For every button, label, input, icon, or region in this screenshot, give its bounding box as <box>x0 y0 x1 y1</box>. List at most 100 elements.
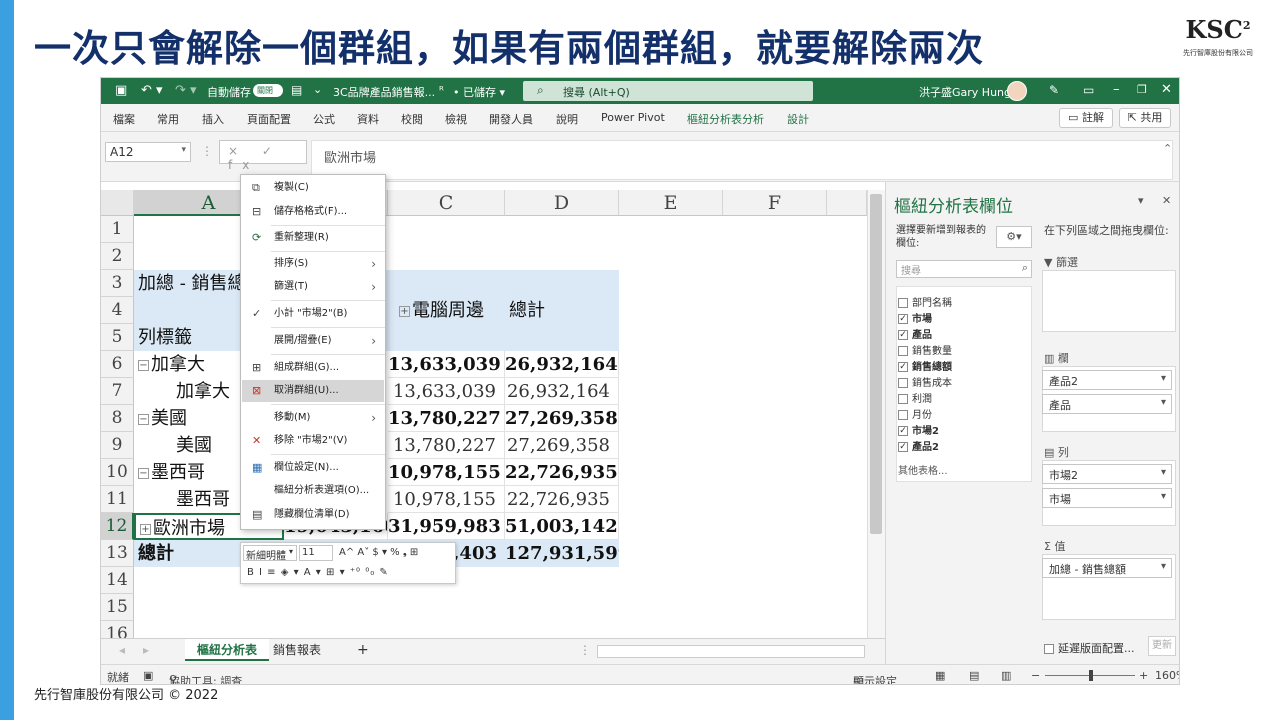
column-header-g[interactable] <box>827 190 867 216</box>
sensitivity-icon[interactable]: ᴿ <box>439 84 444 97</box>
vertical-scrollbar[interactable] <box>867 190 885 646</box>
collapse-formula-icon[interactable]: ⌃ <box>1163 142 1172 155</box>
macro-record-icon[interactable]: ▣ <box>143 669 153 682</box>
column-header-f[interactable]: F <box>723 190 827 216</box>
menu-item-format-cells[interactable]: ⊟ 儲存格格式(F)... <box>242 201 384 223</box>
field-item[interactable]: 銷售數量 <box>898 342 952 357</box>
row-header[interactable]: 11 <box>101 486 134 513</box>
tab-data[interactable]: 資料 <box>357 111 379 127</box>
field-checkbox[interactable] <box>898 378 908 388</box>
field-item[interactable]: ✓ 產品 <box>898 326 932 341</box>
tab-formulas[interactable]: 公式 <box>313 111 335 127</box>
font-dropdown-icon[interactable]: ▾ <box>289 547 293 556</box>
row-header[interactable]: 1 <box>101 216 134 243</box>
expand-icon[interactable]: + <box>140 523 151 535</box>
font-size-select[interactable]: 11 <box>299 545 333 561</box>
tab-design[interactable]: 設計 <box>787 111 809 127</box>
zoom-level[interactable]: 160% <box>1155 669 1179 682</box>
format-buttons-row[interactable]: B I ≡ ◈ ▾ A ▾ ⊞ ▾ ⁺⁰ ⁰₀ ✎ <box>247 567 389 578</box>
menu-item-copy[interactable]: ⧉ 複製(C) <box>242 177 384 199</box>
field-item[interactable]: 銷售成本 <box>898 374 952 389</box>
row-header[interactable]: 7 <box>101 378 134 405</box>
table-cell[interactable]: 26,932,164 <box>505 378 619 405</box>
field-item[interactable]: 部門名稱 <box>898 294 952 309</box>
collapse-icon[interactable]: − <box>138 467 149 479</box>
tab-power-pivot[interactable]: Power Pivot <box>601 111 665 124</box>
zoom-slider-thumb[interactable] <box>1089 670 1093 681</box>
redo-icon[interactable]: ↷ ▾ <box>175 83 197 98</box>
comments-button[interactable]: ▭ 註解 <box>1059 108 1113 128</box>
font-format-buttons[interactable]: A^ A˅ $ ▾ % ❟ ⊞ <box>339 547 418 558</box>
zoom-in-icon[interactable]: + <box>1139 669 1148 682</box>
collapse-icon[interactable]: − <box>138 413 149 425</box>
row-header[interactable]: 12 <box>101 513 134 540</box>
menu-item-move[interactable]: 移動(M) › <box>242 407 384 429</box>
columns-field-chip[interactable]: 產品2 <box>1042 370 1172 390</box>
update-button[interactable]: 更新 <box>1148 636 1176 656</box>
menu-item-ungroup[interactable]: ⊠ 取消群組(U)... <box>242 380 384 402</box>
defer-layout-update[interactable]: 延遲版面配置... <box>1044 640 1135 656</box>
normal-view-icon[interactable]: ▦ <box>935 669 945 682</box>
field-search-input[interactable]: 搜尋 ⌕ <box>896 260 1032 278</box>
avatar[interactable] <box>1007 81 1027 101</box>
table-cell[interactable]: 27,269,358 <box>505 405 619 432</box>
field-item[interactable]: ✓ 市場2 <box>898 422 939 437</box>
menu-item-refresh[interactable]: ⟳ 重新整理(R) <box>242 227 384 249</box>
formula-buttons[interactable]: × ✓ fx <box>219 140 307 172</box>
table-cell[interactable]: 13,633,039 <box>388 378 505 405</box>
name-box-dropdown-icon[interactable]: ▾ <box>181 145 186 155</box>
field-item[interactable]: ✓ 銷售總額 <box>898 358 952 373</box>
file-name[interactable]: 3C品牌產品銷售報... <box>333 84 435 100</box>
column-group-header[interactable]: + 電腦周邊 <box>393 297 515 324</box>
row-header[interactable]: 6 <box>101 351 134 378</box>
field-checkbox[interactable]: ✓ <box>898 426 908 436</box>
table-cell[interactable]: 51,003,142 <box>505 513 619 540</box>
autosave-toggle[interactable]: 關閉 <box>253 84 283 97</box>
tab-insert[interactable]: 插入 <box>202 111 224 127</box>
row-header[interactable]: 3 <box>101 270 134 297</box>
table-cell[interactable]: 13,633,039 <box>388 351 505 378</box>
table-cell[interactable]: 13,780,227 <box>388 405 505 432</box>
table-cell[interactable]: 31,959,983 <box>388 513 505 540</box>
sheet-tab-sales[interactable]: 銷售報表 <box>261 639 333 661</box>
share-button[interactable]: ⇱ 共用 <box>1119 108 1171 128</box>
zoom-out-icon[interactable]: − <box>1031 669 1040 682</box>
row-header[interactable]: 15 <box>101 594 134 621</box>
horizontal-scrollbar[interactable] <box>597 645 865 658</box>
more-tables-link[interactable]: 其他表格... <box>898 462 948 477</box>
field-item[interactable]: ✓ 產品2 <box>898 438 939 453</box>
column-header-e[interactable]: E <box>619 190 723 216</box>
save-icon[interactable]: ▤ <box>291 83 302 97</box>
field-item[interactable]: 月份 <box>898 406 932 421</box>
row-header[interactable]: 14 <box>101 567 134 594</box>
select-all-corner[interactable] <box>101 190 134 216</box>
field-item[interactable]: ✓ 市場 <box>898 310 932 325</box>
pane-close-icon[interactable]: ✕ <box>1162 194 1171 207</box>
autosave-icon[interactable]: ▣ <box>115 83 127 98</box>
table-cell[interactable]: 10,978,155 <box>388 486 505 513</box>
name-box[interactable]: A12 ▾ <box>105 142 191 162</box>
field-item[interactable]: 利潤 <box>898 390 932 405</box>
row-header[interactable]: 8 <box>101 405 134 432</box>
defer-checkbox[interactable] <box>1044 644 1054 654</box>
field-checkbox[interactable]: ✓ <box>898 314 908 324</box>
columns-field-chip[interactable]: 產品 <box>1042 394 1172 414</box>
vertical-scroll-thumb[interactable] <box>870 194 882 534</box>
row-header[interactable]: 4 <box>101 297 134 324</box>
menu-item-field-settings[interactable]: ▦ 欄位設定(N)... <box>242 457 384 479</box>
field-checkbox[interactable] <box>898 298 908 308</box>
close-icon[interactable]: ✕ <box>1161 82 1172 97</box>
column-header-d[interactable]: D <box>505 190 619 216</box>
filters-area[interactable] <box>1042 270 1176 332</box>
page-break-view-icon[interactable]: ▥ <box>1001 669 1011 682</box>
row-header[interactable]: 13 <box>101 540 134 567</box>
tab-home[interactable]: 常用 <box>157 111 179 127</box>
menu-item-remove[interactable]: ✕ 移除 "市場2"(V) <box>242 430 384 452</box>
page-layout-view-icon[interactable]: ▤ <box>969 669 979 682</box>
row-header[interactable]: 10 <box>101 459 134 486</box>
grand-total-header[interactable]: 總計 <box>509 297 609 324</box>
table-cell[interactable]: 27,269,358 <box>505 432 619 459</box>
pen-icon[interactable]: ✎ <box>1049 83 1059 97</box>
values-field-chip[interactable]: 加總 - 銷售總額 <box>1042 558 1172 578</box>
add-sheet-button[interactable]: + <box>345 639 381 661</box>
